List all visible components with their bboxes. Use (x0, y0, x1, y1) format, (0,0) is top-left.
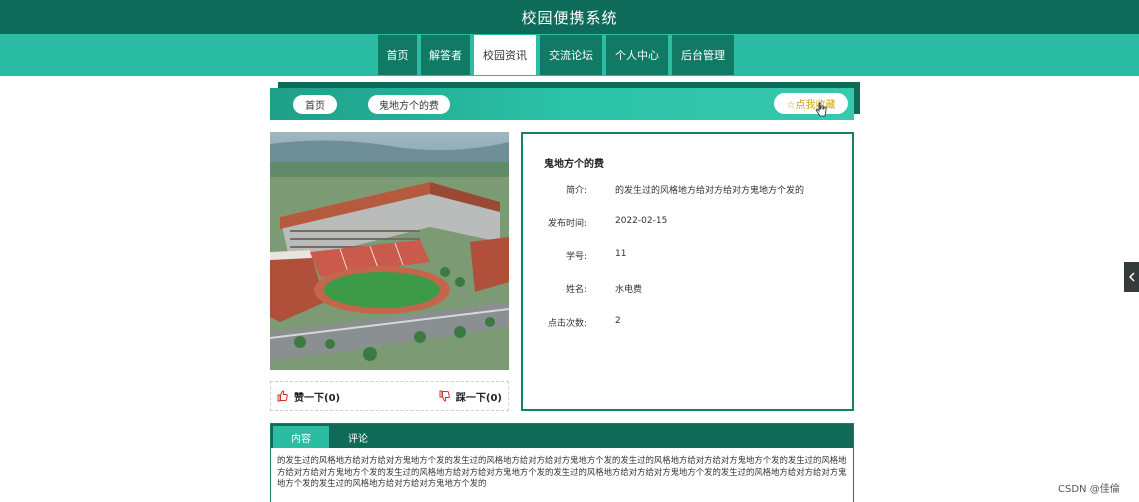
tab-comments[interactable]: 评论 (335, 426, 381, 448)
breadcrumb-current[interactable]: 鬼地方个的费 (368, 95, 450, 114)
detail-panel: 鬼地方个的费 简介: 的发生过的风格地方给对方给对方鬼地方个发的 发布时间: 2… (521, 132, 854, 411)
nav-item-3[interactable]: 交流论坛 (540, 35, 602, 75)
field-value: 2 (615, 316, 621, 326)
field-publish-time: 发布时间: 2022-02-15 (523, 216, 843, 230)
watermark: CSDN @佳倫 (1058, 484, 1120, 495)
dislike-label: 踩一下(0) (455, 392, 502, 404)
detail-title: 鬼地方个的费 (544, 159, 604, 170)
top-header: 校园便携系统 (0, 0, 1139, 34)
field-student-id: 学号: 11 (523, 249, 843, 263)
nav-item-5[interactable]: 后台管理 (672, 35, 734, 75)
breadcrumb: 首页 鬼地方个的费 ☆点我收藏 (270, 88, 854, 120)
thumbs-down-icon (439, 390, 450, 402)
dislike-button[interactable]: 踩一下(0) (439, 389, 502, 404)
content-body: 的发生过的风格地方给对方给对方鬼地方个发的发生过的风格地方给对方给对方鬼地方个发… (277, 455, 847, 488)
thumbs-up-icon (277, 390, 288, 402)
nav-item-1[interactable]: 解答者 (421, 35, 470, 75)
nav-group: 首页 解答者 校园资讯 交流论坛 个人中心 后台管理 (378, 35, 738, 75)
nav-item-2[interactable]: 校园资讯 (474, 35, 536, 75)
field-intro: 简介: 的发生过的风格地方给对方给对方鬼地方个发的 (523, 183, 843, 197)
field-label: 姓名: (565, 285, 587, 295)
breadcrumb-home[interactable]: 首页 (293, 95, 337, 114)
favorite-button[interactable]: ☆点我收藏 (774, 93, 848, 114)
field-name: 姓名: 水电费 (523, 282, 843, 296)
tab-content[interactable]: 内容 (273, 426, 329, 448)
side-panel-toggle[interactable] (1124, 262, 1139, 292)
site-title: 校园便携系统 (521, 8, 618, 27)
field-label: 点击次数: (547, 319, 587, 329)
field-value: 的发生过的风格地方给对方给对方鬼地方个发的 (615, 186, 805, 196)
nav-item-4[interactable]: 个人中心 (606, 35, 668, 75)
field-value: 11 (615, 249, 627, 259)
campus-illustration (270, 132, 509, 370)
like-button[interactable]: 赞一下(0) (277, 389, 340, 404)
field-clicks: 点击次数: 2 (523, 316, 843, 330)
field-label: 简介: (565, 186, 587, 196)
tab-header: 内容 评论 (271, 424, 853, 448)
field-value: 水电费 (615, 285, 643, 295)
nav-item-0[interactable]: 首页 (378, 35, 417, 75)
chevron-left-icon (1128, 272, 1135, 282)
vote-bar: 赞一下(0) 踩一下(0) (270, 381, 509, 411)
content-tab-panel: 内容 评论 的发生过的风格地方给对方给对方鬼地方个发的发生过的风格地方给对方给对… (270, 423, 854, 502)
field-label: 发布时间: (547, 219, 587, 229)
field-value: 2022-02-15 (615, 216, 668, 226)
like-label: 赞一下(0) (294, 392, 341, 404)
main-nav: 首页 解答者 校园资讯 交流论坛 个人中心 后台管理 (0, 34, 1139, 76)
field-label: 学号: (565, 252, 587, 262)
hand-cursor-icon (815, 102, 827, 117)
campus-photo (270, 132, 509, 370)
